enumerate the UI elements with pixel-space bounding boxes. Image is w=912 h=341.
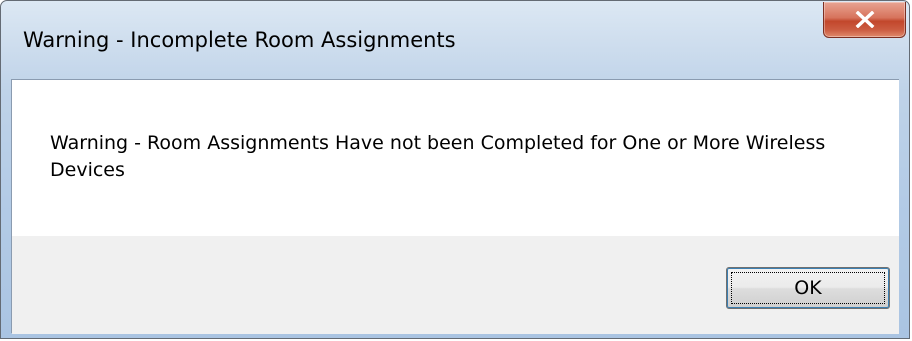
close-button[interactable] — [823, 2, 906, 38]
ok-button[interactable]: OK — [726, 267, 890, 309]
dialog-window: Warning - Incomplete Room Assignments Wa… — [0, 0, 910, 339]
title-bar[interactable]: Warning - Incomplete Room Assignments — [1, 1, 909, 79]
window-title: Warning - Incomplete Room Assignments — [23, 28, 456, 52]
ok-button-label: OK — [794, 277, 822, 299]
close-x-icon — [855, 11, 875, 28]
dialog-client-area: Warning - Room Assignments Have not been… — [11, 79, 899, 334]
warning-message: Warning - Room Assignments Have not been… — [50, 132, 826, 181]
button-bar: OK — [12, 236, 899, 334]
message-area: Warning - Room Assignments Have not been… — [12, 80, 899, 236]
